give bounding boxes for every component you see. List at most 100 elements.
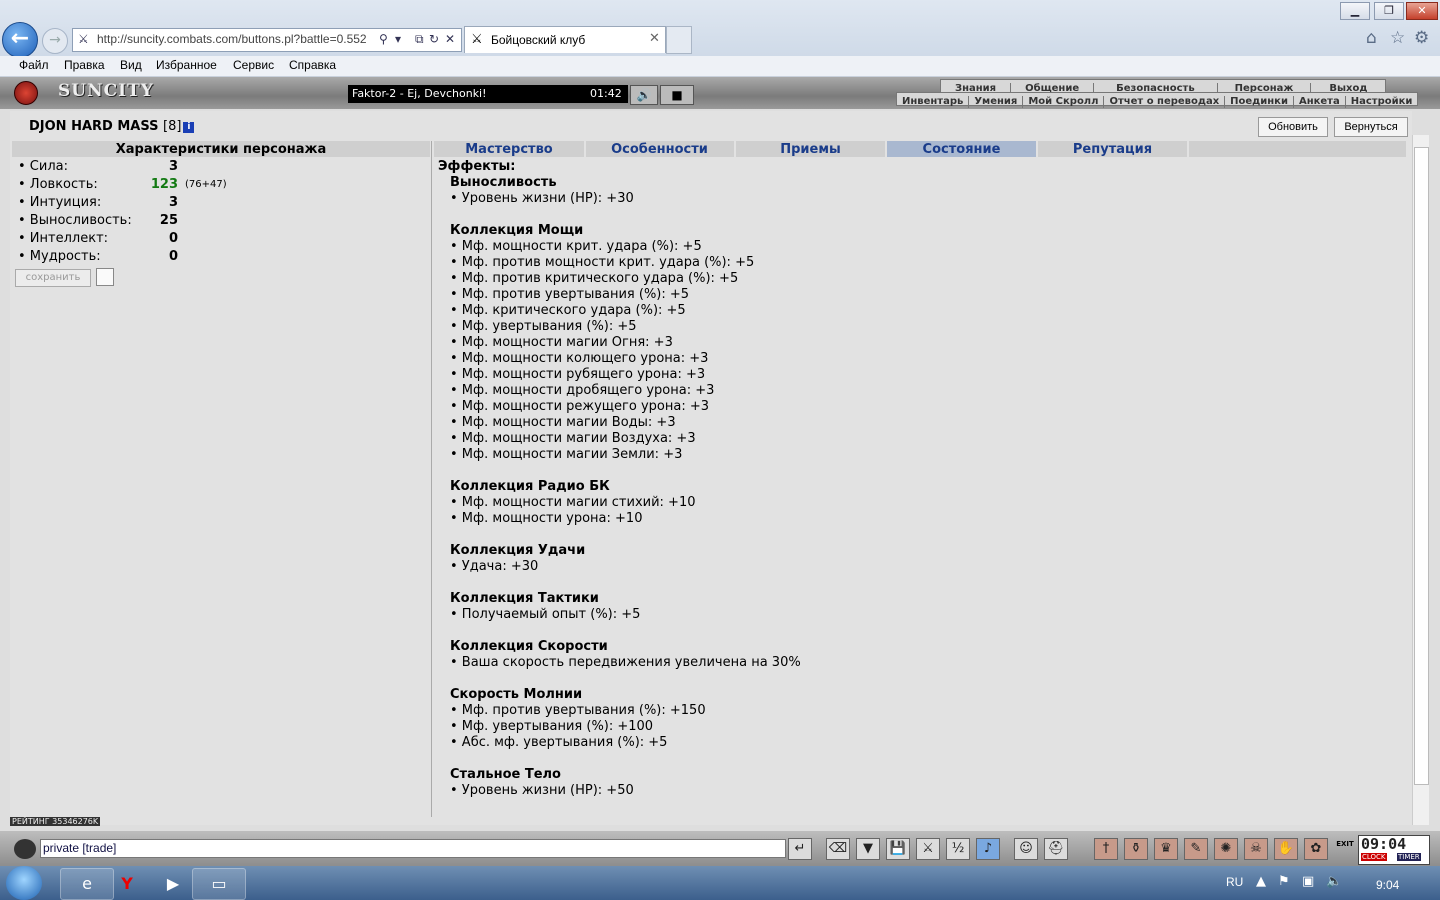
speaker-icon[interactable]: 🔈 [1326,874,1342,889]
stat-value: 25 [159,213,178,228]
url-text[interactable]: http://suncity.combats.com/buttons.pl?ba… [97,32,367,46]
effect-group: Стальное Тело • Уровень жизни (HP): +50 [450,767,1398,799]
music-icon[interactable]: ♪ [976,838,1000,860]
effect-group-title: Коллекция Мощи [450,223,584,238]
system-clock[interactable]: 9:04 [1376,878,1399,892]
minimize-button[interactable]: ▁ [1340,2,1370,20]
send-icon[interactable]: ↵ [788,838,812,860]
window-taskbar-icon[interactable]: ▭ [192,868,246,900]
tab-techniques[interactable]: Приемы [736,141,887,157]
paw-icon[interactable]: ✿ [1304,838,1328,860]
effect-group-title: Коллекция Скорости [450,639,608,654]
effect-group: Коллекция Радио БК • Мф. мощности магии … [450,479,1398,527]
menu-help[interactable]: Справка [289,58,336,72]
nav-transfer-report[interactable]: Отчет о переводах [1104,96,1226,108]
nav-inventory[interactable]: Инвентарь [897,96,970,108]
smiley-icon[interactable]: ☺ [1014,838,1038,860]
fight-icon[interactable]: ⚔ [916,838,940,860]
new-tab-button[interactable] [666,26,692,54]
tab-close-icon[interactable]: ✕ [649,31,660,46]
effect-item: • Мф. мощности колющего урона: +3 [450,351,709,366]
refresh-icon[interactable]: ↻ [429,32,439,46]
crown-icon[interactable]: ♛ [1154,838,1178,860]
nav-profile[interactable]: Анкета [1294,96,1346,108]
chat-input[interactable]: private [trade] [40,839,786,858]
nav-row-bottom: Инвентарь Умения Мой Скролл Отчет о перевод… [896,92,1419,108]
potion-icon[interactable]: ⚱ [1124,838,1148,860]
return-button[interactable]: Вернуться [1334,117,1408,137]
maximize-button[interactable]: ❐ [1374,2,1404,20]
brain-icon[interactable]: ✺ [1214,838,1238,860]
nav-row-top: Знания Общение Безопасность Персонаж Выход [940,79,1387,95]
helmet-icon[interactable]: ⛑ [1044,838,1068,860]
rating-label: РЕЙТИНГ 35346276K [10,817,101,826]
tab-title: Бойцовский клуб [491,33,586,47]
tab-mastery[interactable]: Мастерство [434,141,586,157]
nav-settings[interactable]: Настройки [1346,96,1418,108]
effect-item: • Мф. увертывания (%): +100 [450,719,654,734]
dropdown-icon[interactable]: ▾ [395,32,401,46]
page-scrollbar[interactable] [1412,135,1429,825]
menu-edit[interactable]: Правка [64,58,105,72]
forward-button[interactable]: → [42,28,68,54]
exit-icon[interactable]: EXIT [1334,835,1356,859]
volume-icon[interactable]: 🔊 [630,85,658,105]
sword-icon[interactable]: † [1094,838,1118,860]
start-button[interactable] [6,866,42,900]
address-bar[interactable]: ⚔ http://suncity.combats.com/buttons.pl?… [72,28,462,52]
network-icon[interactable]: ▣ [1302,874,1314,889]
stop-icon[interactable]: ✕ [445,32,455,46]
tab-features[interactable]: Особенности [585,141,736,157]
refresh-button[interactable]: Обновить [1258,117,1328,137]
language-indicator[interactable]: RU [1226,875,1243,889]
filter-icon[interactable]: ▼ [856,838,880,860]
search-icon[interactable]: ⚲ [379,32,388,46]
radio-stop-button[interactable]: ■ [660,85,694,105]
timer-label: TIMER [1397,853,1421,861]
favorites-star-icon[interactable]: ☆ [1390,28,1405,48]
menu-tools[interactable]: Сервис [233,58,274,72]
browser-tab[interactable]: ⚔ Бойцовский клуб ✕ [464,26,666,53]
effect-item: • Удача: +30 [450,559,539,574]
info-icon[interactable]: i [183,122,195,133]
eraser-icon[interactable]: ⌫ [826,838,850,860]
menu-file[interactable]: Файл [19,58,49,72]
chat-avatar-icon[interactable] [14,839,36,859]
chat-bar: private [trade] ↵ ⌫ ▼ 💾 ⚔ ½ ♪ ☺ ⛑ † ⚱ ♛ … [0,831,1440,866]
suncity-emblem-icon [14,81,38,105]
tray-arrow-icon[interactable]: ▲ [1256,874,1266,889]
scroll-icon[interactable]: ✎ [1184,838,1208,860]
back-button[interactable]: ← [2,22,38,58]
panel-divider [431,141,432,817]
nav-my-scroll[interactable]: Мой Скролл [1023,96,1105,108]
menu-favorites[interactable]: Избранное [156,58,217,72]
stat-row-intuition: • Интуиция: 3 [18,195,418,213]
skull-icon[interactable]: ☠ [1244,838,1268,860]
speed-icon[interactable]: ½ [946,838,970,860]
gear-icon[interactable]: ⚙ [1414,28,1429,48]
menu-view[interactable]: Вид [120,58,142,72]
save-button[interactable]: сохранить [15,269,91,287]
save-log-icon[interactable]: 💾 [886,838,910,860]
save-checkbox[interactable] [96,268,114,286]
stat-bonus: (76+47) [185,179,227,190]
tab-reputation[interactable]: Репутация [1038,141,1189,157]
tab-state[interactable]: Состояние [887,141,1038,157]
hand-icon[interactable]: ✋ [1274,838,1298,860]
stat-name: • Сила: [18,159,68,174]
menu-bar: Файл Правка Вид Избранное Сервис Справка [0,56,1440,77]
nav-skills[interactable]: Умения [969,96,1024,108]
suncity-logo: SUNCITY [58,81,154,101]
flag-icon[interactable]: ⚑ [1278,874,1290,889]
effect-item: • Мф. увертывания (%): +5 [450,319,637,334]
stat-name: • Мудрость: [18,249,101,264]
home-icon[interactable]: ⌂ [1366,28,1377,48]
compatibility-icon[interactable]: ⧉ [415,32,424,47]
effect-item: • Получаемый опыт (%): +5 [450,607,641,622]
clock-label: CLOCK [1361,853,1387,861]
scrollbar-thumb[interactable] [1414,147,1429,785]
character-name: DJON HARD MASS [8] i [29,119,195,134]
close-window-button[interactable]: ✕ [1406,2,1438,20]
stat-value: 0 [168,231,178,246]
nav-duels[interactable]: Поединки [1225,96,1294,108]
